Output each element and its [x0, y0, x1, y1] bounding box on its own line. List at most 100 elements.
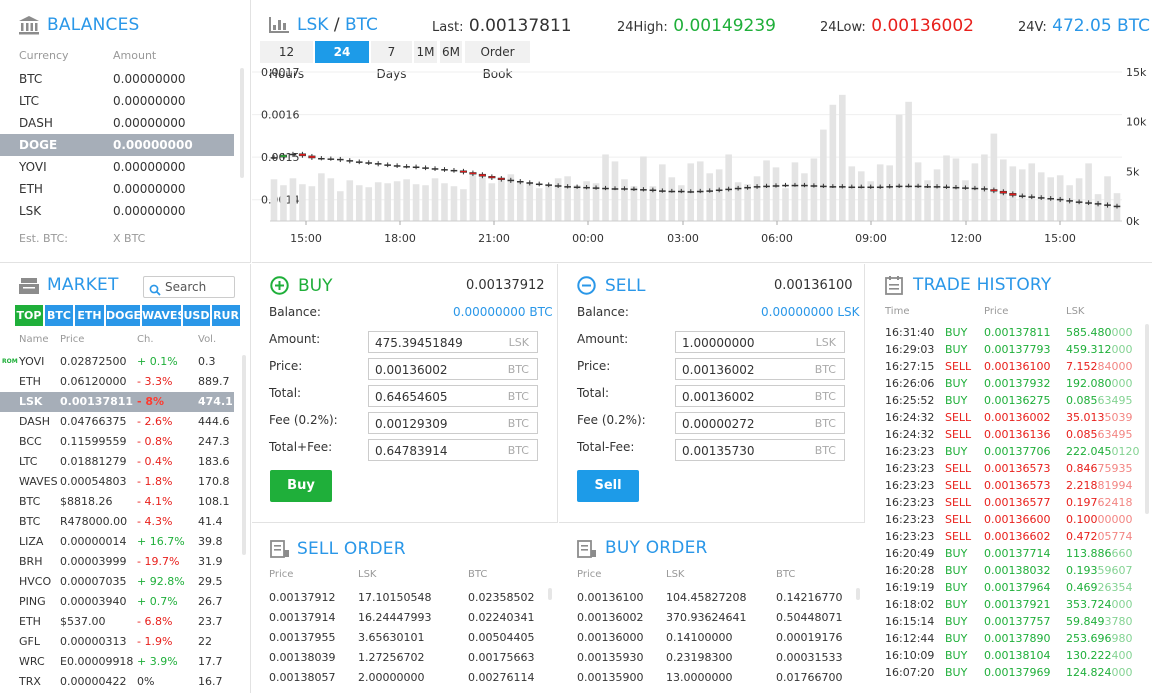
market-row[interactable]: BTC R478000.00 - 4.3% 41.4: [0, 512, 234, 532]
market-row[interactable]: BRH 0.00003999 - 19.7% 31.9: [0, 552, 234, 572]
sell-button[interactable]: Sell: [577, 470, 639, 502]
volume-bar: [450, 186, 458, 221]
market-row[interactable]: ROM YOVI 0.02872500 + 0.1% 0.3: [0, 352, 234, 372]
market-row[interactable]: WAVES 0.00054803 - 1.8% 170.8: [0, 472, 234, 492]
balances-col-currency: Currency: [19, 49, 69, 62]
range-7-days[interactable]: 7 Days: [371, 41, 412, 81]
sell-total-fee-input[interactable]: 0.00135730 BTC: [675, 439, 845, 461]
range-6m[interactable]: 6M: [440, 41, 462, 63]
volume-tick-label: 10k: [1126, 116, 1147, 129]
market-row[interactable]: LSK 0.00137811- 8% 474.1: [0, 392, 234, 412]
order-row[interactable]: 0.00135930 0.23198300 0.00031533: [577, 648, 857, 668]
market-row[interactable]: HVCO 0.00007035 + 92.8% 29.5: [0, 572, 234, 592]
buy-order-scrollbar[interactable]: [856, 588, 860, 600]
trade-time: 16:19:19: [885, 581, 935, 594]
balance-row[interactable]: DASH 0.00000000: [0, 112, 234, 134]
minus-circle-icon: [577, 276, 596, 299]
buy-price-input[interactable]: 0.00136002 BTC: [368, 358, 538, 380]
time-tick-label: 15:00: [1044, 232, 1076, 245]
market-price: R478000.00: [60, 515, 128, 528]
market-row[interactable]: TRX 0.00000422 0% 16.7: [0, 672, 234, 692]
market-row[interactable]: PING 0.00003940 + 0.7% 26.7: [0, 592, 234, 612]
trade-history-scrollbar[interactable]: [1145, 324, 1149, 514]
candle: [459, 170, 467, 173]
order-row[interactable]: 0.00138039 1.27256702 0.00175663: [269, 648, 549, 668]
trade-row: 16:12:44 BUY 0.00137890 253.696980: [885, 630, 1145, 647]
order-row[interactable]: 0.00135900 13.0000000 0.01766700: [577, 668, 857, 688]
order-row[interactable]: 0.00137914 16.24447993 0.02240341: [269, 608, 549, 628]
balances-scrollbar[interactable]: [240, 68, 244, 178]
balance-row[interactable]: LTC 0.00000000: [0, 90, 234, 112]
trade-amount: 353.724000: [1066, 596, 1133, 613]
order-row[interactable]: 0.00136000 0.14100000 0.00019176: [577, 628, 857, 648]
trade-amount-tail: 3780: [1104, 615, 1133, 628]
balance-currency: YOVI: [19, 160, 47, 174]
price-chart[interactable]: 0.00170.00160.00150.001415k10k5k0k15:001…: [252, 64, 1152, 256]
market-name: DASH: [19, 415, 51, 428]
balance-amount: 0.00000000: [113, 138, 193, 152]
order-row[interactable]: 0.00136100 104.45827208 0.14216770: [577, 588, 857, 608]
market-row[interactable]: LTC 0.01881279 - 0.4% 183.6: [0, 452, 234, 472]
buy-total-input[interactable]: 0.64654605 BTC: [368, 385, 538, 407]
trade-price: 0.00137714: [984, 547, 1051, 560]
market-row[interactable]: DASH 0.04766375 - 2.6% 444.6: [0, 412, 234, 432]
market-name: BTC: [19, 515, 41, 528]
market-row[interactable]: ETH $537.00 - 6.8% 23.7: [0, 612, 234, 632]
candle: [526, 182, 534, 184]
sell-price-input[interactable]: 0.00136002 BTC: [675, 358, 845, 380]
buy-total-fee-input[interactable]: 0.64783914 BTC: [368, 439, 538, 461]
balance-row[interactable]: DOGE 0.00000000: [0, 134, 234, 156]
range-1m[interactable]: 1M: [414, 41, 437, 63]
market-row[interactable]: GFL 0.00000313 - 1.9% 22: [0, 632, 234, 652]
order-row[interactable]: 0.00138057 2.00000000 0.00276114: [269, 668, 549, 688]
market-tab-rur[interactable]: RUR: [212, 305, 240, 326]
candle: [393, 165, 401, 167]
sell-field-unit: BTC: [814, 363, 836, 376]
market-tab-usd[interactable]: USD: [183, 305, 210, 326]
sell-amount-input[interactable]: 1.00000000 LSK: [675, 331, 845, 353]
market-tab-waves[interactable]: WAVES: [142, 305, 185, 326]
buy-amount-input[interactable]: 475.39451849 LSK: [368, 331, 538, 353]
balance-row[interactable]: BTC 0.00000000: [0, 68, 234, 90]
market-row[interactable]: WRC E0.00009918 + 3.9% 17.7: [0, 652, 234, 672]
market-row[interactable]: BTC $8818.26 - 4.1% 108.1: [0, 492, 234, 512]
market-tab-top[interactable]: TOP: [15, 305, 43, 326]
order-row[interactable]: 0.00136002 370.93624641 0.50448071: [577, 608, 857, 628]
range-24-hours[interactable]: 24 Hours: [315, 41, 369, 81]
range-12-hours[interactable]: 12 Hours: [260, 41, 313, 81]
balance-currency: DOGE: [19, 138, 58, 152]
balance-currency: ETH: [19, 182, 43, 196]
balance-row[interactable]: LSK 0.00000000: [0, 200, 234, 222]
market-tab-eth[interactable]: ETH: [75, 305, 104, 326]
order-row[interactable]: 0.00137912 17.10150548 0.02358502: [269, 588, 549, 608]
balance-row[interactable]: YOVI 0.00000000: [0, 156, 234, 178]
sell-fee-input[interactable]: 0.00000272 BTC: [675, 412, 845, 434]
trade-side: BUY: [945, 326, 968, 339]
sell-order-scrollbar[interactable]: [548, 588, 552, 600]
candle: [905, 185, 912, 188]
trade-row: 16:23:23 SELL 0.00136600 0.10000000: [885, 511, 1145, 528]
market-tab-doge[interactable]: DOGE: [106, 305, 141, 326]
buy-button[interactable]: Buy: [270, 470, 332, 502]
order-row[interactable]: 0.00137955 3.65630101 0.00504405: [269, 628, 549, 648]
market-tab-btc[interactable]: BTC: [45, 305, 73, 326]
last-price: Last: 0.00137811: [432, 16, 572, 36]
market-scrollbar[interactable]: [242, 355, 246, 555]
range-order-book[interactable]: Order Book: [465, 41, 530, 81]
sell-total-input[interactable]: 0.00136002 BTC: [675, 385, 845, 407]
balance-currency: LTC: [19, 94, 40, 108]
market-row[interactable]: LIZA 0.00000014 + 16.7% 39.8: [0, 532, 234, 552]
balance-row[interactable]: ETH 0.00000000: [0, 178, 234, 200]
buy-field-label: Amount:: [269, 332, 321, 346]
buy-fee-input[interactable]: 0.00129309 BTC: [368, 412, 538, 434]
volume-bar: [763, 160, 770, 221]
market-search-input[interactable]: Search: [143, 276, 235, 298]
sell-field-unit: BTC: [814, 444, 836, 457]
market-row[interactable]: ETH 0.06120000 - 3.3% 889.7: [0, 372, 234, 392]
market-row[interactable]: BCC 0.11599559 - 0.8% 247.3: [0, 432, 234, 452]
trade-side: SELL: [945, 360, 972, 373]
buy-field-value: 0.00136002: [375, 363, 448, 377]
market-change: - 4.1%: [137, 495, 173, 508]
trade-amount: 2.21881994: [1066, 477, 1133, 494]
trade-price: 0.00136573: [984, 462, 1051, 475]
